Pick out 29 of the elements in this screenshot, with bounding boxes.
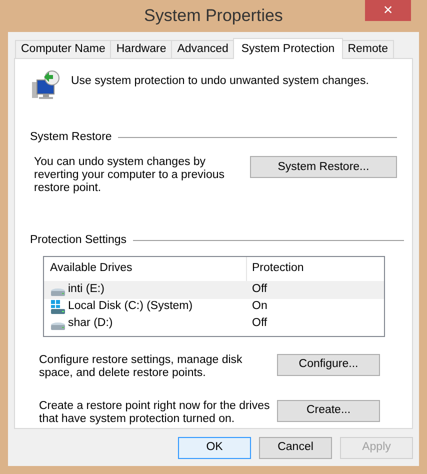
system-drive-icon — [50, 300, 66, 314]
computer-restore-icon — [30, 69, 62, 101]
action-button[interactable]: Configure... — [277, 354, 380, 376]
drive-row[interactable]: inti (E:) Off — [44, 282, 384, 298]
drive-row[interactable]: Local Disk (C:) (System) On — [44, 298, 384, 316]
dialog-button[interactable]: Cancel — [259, 437, 332, 459]
action-button[interactable]: Create... — [277, 400, 380, 422]
description-text: You can undo system changes by reverting your computer to a previous restore point. — [34, 156, 226, 196]
drive-row[interactable]: shar (D:) Off — [44, 316, 384, 332]
protection-status: On — [251, 299, 268, 314]
tab[interactable]: System Protection — [233, 38, 343, 59]
close-button[interactable]: × — [365, 0, 411, 21]
system-restore-button[interactable]: System Restore... — [250, 156, 397, 178]
drive-name: shar (D:) — [68, 316, 113, 332]
column-header[interactable]: Protection — [247, 260, 304, 278]
description-text: Configure restore settings, manage disk space, and delete restore points. — [39, 354, 244, 380]
description-text: Create a restore point right now for the drives that have system protection turned on. — [39, 400, 271, 426]
dialog-button[interactable]: OK — [178, 437, 251, 459]
drive-name: inti (E:) — [68, 282, 104, 298]
tab[interactable]: Remote — [342, 40, 394, 58]
column-header[interactable]: Available Drives — [44, 256, 247, 280]
tab[interactable]: Computer Name — [15, 40, 112, 58]
intro-text: Use system protection to undo unwanted system changes. — [71, 74, 369, 89]
protection-status: Off — [251, 316, 268, 332]
group-heading: Protection Settings — [30, 233, 127, 248]
group-heading: System Restore — [30, 130, 112, 145]
window-title: System Properties — [144, 5, 283, 28]
drive-name: Local Disk (C:) (System) — [68, 299, 193, 314]
protection-status: Off — [251, 282, 268, 298]
